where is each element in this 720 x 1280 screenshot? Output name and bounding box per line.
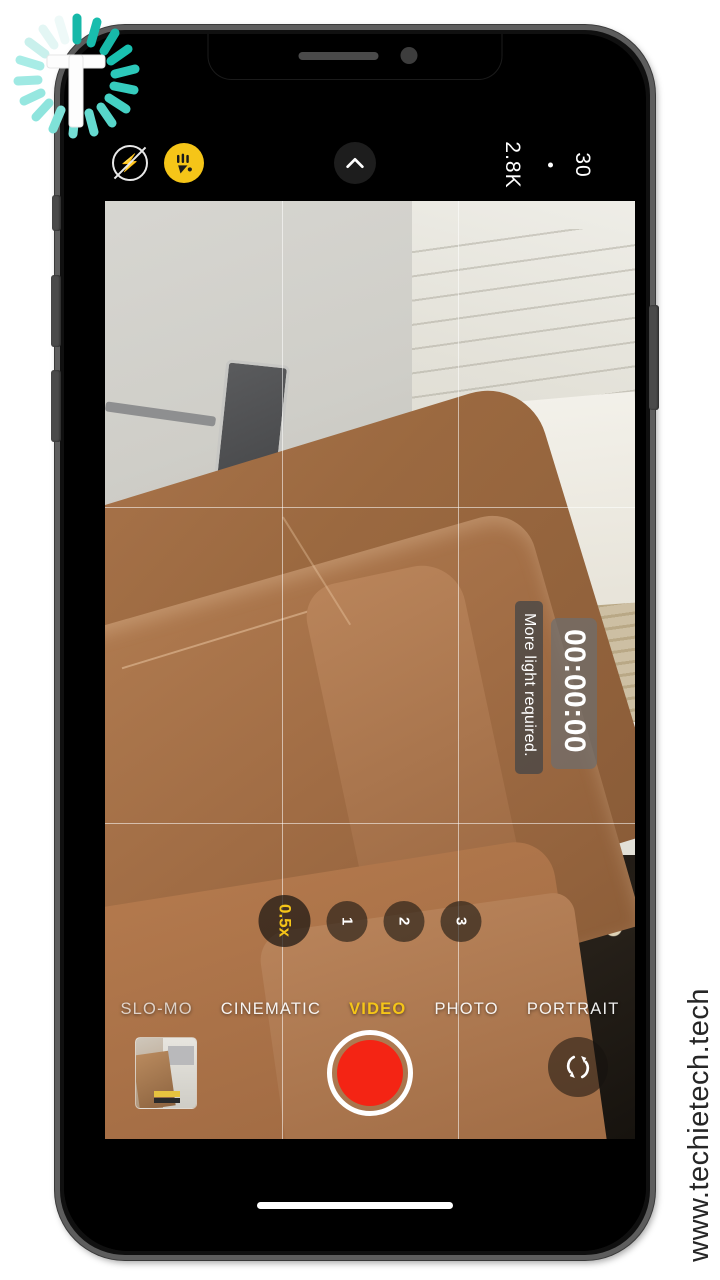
- zoom-option-0-5x[interactable]: 0.5x: [258, 895, 311, 947]
- zoom-level-selector[interactable]: 0.5x 1 2 3: [258, 895, 482, 947]
- grid-line-horizontal-2: [105, 822, 635, 824]
- framerate-label: 30: [571, 152, 594, 178]
- front-camera-icon: [400, 47, 418, 64]
- separator-dot: [548, 162, 553, 168]
- zoom-option-label: 1: [338, 916, 356, 926]
- power-button[interactable]: [649, 305, 659, 410]
- zoom-option-2x[interactable]: 2: [383, 900, 425, 942]
- techietech-logo-icon: [2, 2, 152, 142]
- camera-mode-selector[interactable]: SLO-MO CINEMATIC VIDEO PHOTO PORTRAIT: [105, 1000, 635, 1019]
- hint-text: More light required.: [521, 613, 538, 757]
- resolution-label: 2.8K: [501, 141, 524, 189]
- mode-video[interactable]: VIDEO: [349, 1000, 406, 1019]
- screenshot-root: ⚡: [0, 0, 720, 1280]
- volume-down-button[interactable]: [51, 370, 61, 442]
- resolution-indicator-group[interactable]: 2.8K 30: [446, 129, 616, 201]
- mode-photo[interactable]: PHOTO: [434, 1000, 498, 1019]
- camera-controls-row: [105, 1020, 635, 1125]
- mute-switch-button[interactable]: [52, 195, 61, 231]
- earpiece-speaker-icon: [298, 51, 379, 60]
- zoom-option-label: 0.5x: [275, 904, 295, 938]
- mode-slo-mo[interactable]: SLO-MO: [120, 1000, 192, 1019]
- grid-line-vertical-2: [458, 191, 460, 1139]
- timer-text: 00:00:00: [558, 629, 591, 754]
- last-capture-thumbnail[interactable]: [135, 1037, 197, 1109]
- night-mode-icon[interactable]: [164, 143, 204, 183]
- more-light-required-hint: More light required.: [515, 601, 543, 774]
- phone-screen: ⚡: [64, 34, 646, 1251]
- device-notch: [207, 34, 503, 80]
- flip-camera-icon[interactable]: [548, 1037, 608, 1097]
- flash-off-icon[interactable]: ⚡: [112, 145, 148, 181]
- record-button-inner: [337, 1039, 403, 1106]
- zoom-option-3x[interactable]: 3: [440, 900, 482, 942]
- zoom-option-label: 2: [395, 916, 413, 926]
- zoom-option-label: 3: [452, 916, 470, 926]
- mode-cinematic[interactable]: CINEMATIC: [221, 1000, 321, 1019]
- screen-bottom-black-area: [64, 1129, 646, 1251]
- site-url-watermark: www.techietech.tech: [683, 988, 715, 1262]
- chevron-up-icon[interactable]: [334, 142, 376, 184]
- phone-frame: ⚡: [51, 25, 659, 1260]
- camera-viewfinder[interactable]: More light required. 00:00:00 0.5x 1 2 3…: [105, 191, 635, 1139]
- mode-portrait[interactable]: PORTRAIT: [527, 1000, 620, 1019]
- recording-timer: 00:00:00: [551, 618, 597, 770]
- home-indicator[interactable]: [257, 1202, 453, 1209]
- volume-up-button[interactable]: [51, 275, 61, 347]
- grid-line-horizontal-1: [105, 506, 635, 508]
- zoom-option-1x[interactable]: 1: [326, 900, 368, 942]
- grid-line-vertical-1: [281, 191, 283, 1139]
- record-button[interactable]: [327, 1029, 413, 1116]
